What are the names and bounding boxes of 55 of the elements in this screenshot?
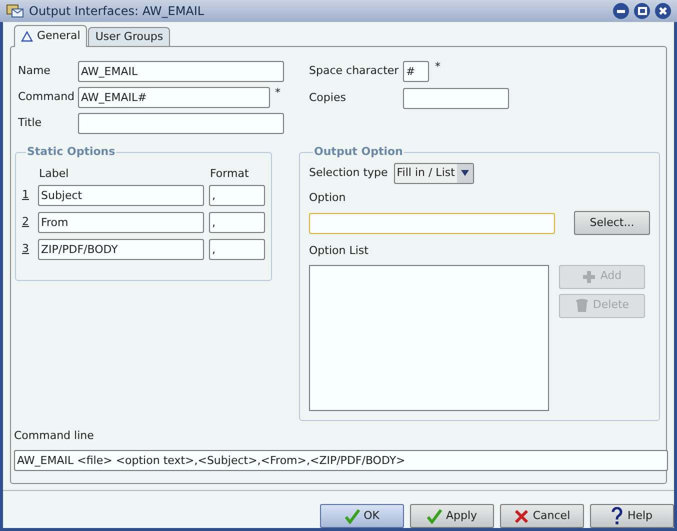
copies-field[interactable]: [403, 88, 509, 109]
field-label: Command: [18, 89, 76, 106]
field-label: Selection type: [309, 164, 388, 181]
format-field[interactable]: ,: [209, 212, 265, 233]
field-label: Space character: [309, 63, 400, 80]
question-icon: [611, 507, 624, 525]
minimize-button[interactable]: [613, 3, 629, 19]
required-mark: *: [275, 85, 280, 102]
column-header: Format: [210, 166, 249, 182]
label-field[interactable]: Subject: [38, 185, 204, 206]
field-label: Option List: [309, 243, 370, 259]
field-label: Command line: [14, 428, 95, 444]
check-icon: [426, 508, 442, 524]
group-title: Static Options: [26, 144, 116, 160]
close-button[interactable]: [655, 3, 671, 19]
app-icon: [6, 3, 24, 19]
row-number: 2: [22, 214, 30, 230]
command-field[interactable]: AW_EMAIL#: [78, 87, 270, 108]
tab[interactable]: General: [14, 25, 88, 47]
trash-icon: [574, 298, 589, 313]
required-mark: *: [435, 59, 440, 76]
row-number: 1: [22, 187, 30, 204]
label-field[interactable]: From: [38, 212, 204, 233]
select-button[interactable]: Select...: [574, 211, 650, 235]
field-label: Copies: [309, 90, 347, 106]
tab[interactable]: User Groups: [88, 27, 170, 46]
maximize-button[interactable]: [634, 3, 650, 19]
check-icon: [344, 508, 360, 524]
dropdown-arrow-icon: [460, 170, 469, 176]
selection-type-dropdown[interactable]: Fill in / List: [394, 162, 474, 184]
space-character-field[interactable]: #: [403, 61, 429, 82]
format-field[interactable]: ,: [209, 239, 265, 260]
name-field[interactable]: AW_EMAIL: [78, 61, 284, 82]
minimize-icon: [617, 10, 625, 12]
field-label: Title: [18, 115, 43, 132]
group-title: Output Option: [313, 144, 404, 160]
format-field[interactable]: ,: [209, 185, 265, 206]
row-number: 3: [22, 241, 30, 258]
label-field[interactable]: ZIP/PDF/BODY: [38, 239, 204, 260]
help-button[interactable]: Help: [590, 504, 674, 528]
apply-button[interactable]: Apply: [410, 504, 494, 528]
title-field[interactable]: [78, 113, 284, 134]
triangle-icon: [21, 31, 33, 42]
plus-icon: [582, 270, 596, 284]
option-field[interactable]: [309, 212, 555, 234]
cancel-button[interactable]: Cancel: [500, 504, 584, 528]
window-title: Output Interfaces: AW_EMAIL: [29, 3, 206, 20]
field-label: Option: [309, 190, 347, 206]
maximize-icon: [638, 7, 646, 15]
close-icon: [659, 7, 667, 15]
close-icon: [514, 508, 529, 524]
ok-button[interactable]: OK: [320, 504, 404, 528]
column-header: Label: [39, 166, 70, 182]
field-label: Name: [18, 63, 52, 80]
command-line-field[interactable]: AW_EMAIL <file> <option text>,<Subject>,<From>,<ZIP/PDF/BODY>: [14, 450, 668, 470]
